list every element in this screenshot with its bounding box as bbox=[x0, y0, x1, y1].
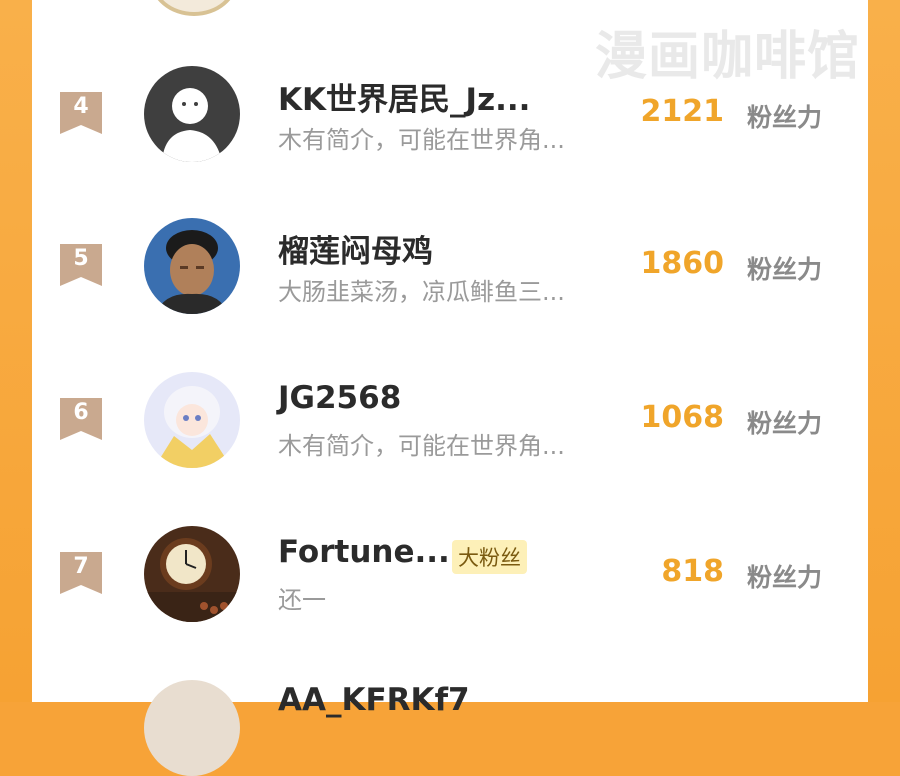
user-name[interactable]: JG2568 bbox=[278, 380, 401, 416]
fan-power-score: 1068 bbox=[640, 400, 725, 435]
anime-girl-avatar[interactable] bbox=[144, 372, 240, 468]
rank-badge: 4 bbox=[60, 92, 102, 134]
left-orange-frame bbox=[0, 0, 32, 702]
fan-power-score: 818 bbox=[661, 554, 724, 589]
rank-badge: 6 bbox=[60, 398, 102, 440]
user-bio: 还一 bbox=[278, 586, 326, 614]
user-name[interactable]: Fortune... bbox=[278, 534, 450, 570]
fan-power-score: 2121 bbox=[640, 94, 725, 129]
user-bio: 木有简介，可能在世界角... bbox=[278, 432, 565, 460]
fan-power-label: 粉丝力 bbox=[746, 103, 822, 132]
ranking-row-4[interactable]: 4 KK世界居民_Jz... 木有简介，可能在世界角... 2121 粉丝力 bbox=[32, 44, 868, 184]
rank-badge: 7 bbox=[60, 552, 102, 594]
fan-power-label: 粉丝力 bbox=[746, 409, 822, 438]
right-orange-frame bbox=[868, 0, 900, 702]
clock-photo-avatar[interactable] bbox=[144, 526, 240, 622]
silhouette-avatar[interactable] bbox=[144, 66, 240, 162]
user-bio: 木有简介，可能在世界角... bbox=[278, 126, 565, 154]
next-row-user-name[interactable]: AA_KFRKf7 bbox=[278, 682, 470, 718]
ranking-row-5[interactable]: 5 榴莲闷母鸡 大肠韭菜汤，凉瓜鲱鱼三... 1860 粉丝力 bbox=[32, 196, 868, 336]
rank-badge: 5 bbox=[60, 244, 102, 286]
user-name[interactable]: 榴莲闷母鸡 bbox=[278, 226, 433, 271]
fan-power-score: 1860 bbox=[640, 246, 725, 281]
next-row-avatar[interactable] bbox=[144, 680, 240, 776]
man-photo-avatar[interactable] bbox=[144, 218, 240, 314]
fan-power-label: 粉丝力 bbox=[746, 563, 822, 592]
big-fan-badge: 大粉丝 bbox=[452, 540, 527, 574]
ranking-row-6[interactable]: 6 JG2568 木有简介，可能在世界角... 1068 粉丝力 bbox=[32, 350, 868, 490]
ranking-row-7[interactable]: 7 Fortune... 大粉丝 还一 818 粉丝力 bbox=[32, 504, 868, 644]
fan-power-label: 粉丝力 bbox=[746, 255, 822, 284]
user-bio: 大肠韭菜汤，凉瓜鲱鱼三... bbox=[278, 278, 565, 306]
user-name[interactable]: KK世界居民_Jz... bbox=[278, 74, 530, 119]
